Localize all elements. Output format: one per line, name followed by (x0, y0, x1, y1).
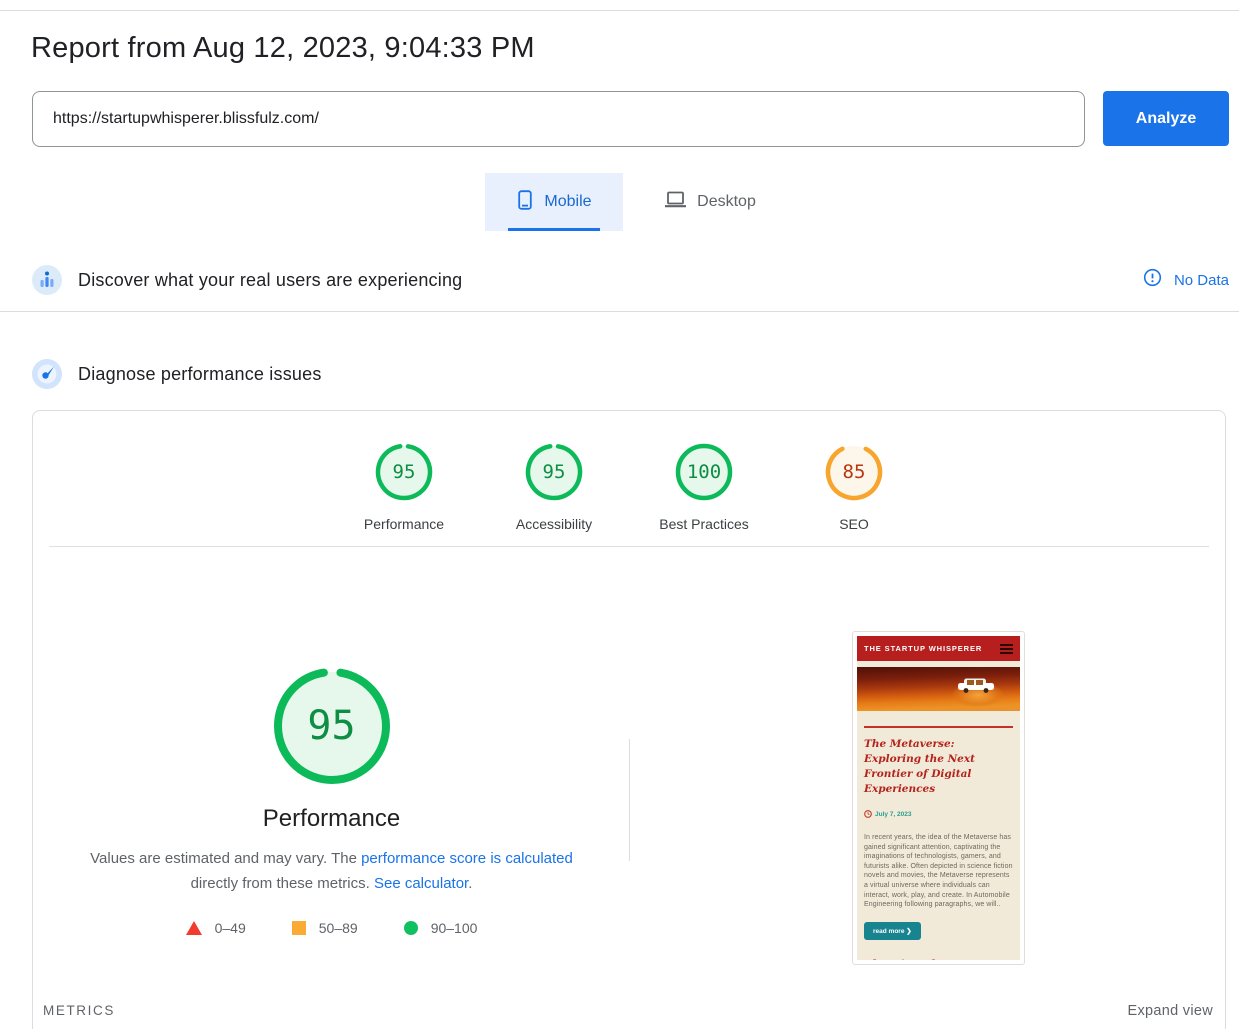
legend-range-label: 50–89 (319, 920, 358, 936)
category-gauge-item[interactable]: 95 Accessibility (479, 441, 629, 532)
metrics-section-label: METRICS (43, 1003, 115, 1018)
disclaimer-text: directly from these metrics. (191, 875, 374, 892)
category-gauge: 95 (523, 441, 585, 503)
diagnose-title: Diagnose performance issues (78, 364, 322, 385)
category-score: 100 (673, 441, 735, 503)
real-users-chart-icon (32, 265, 62, 295)
field-data-row: Discover what your real users are experi… (32, 258, 1229, 302)
legend-shape-icon (186, 921, 202, 935)
legend-item: 0–49 (186, 920, 246, 936)
section-divider (0, 311, 1239, 312)
vertical-divider (629, 739, 630, 861)
performance-label: Performance (263, 805, 400, 833)
analyze-button[interactable]: Analyze (1103, 91, 1229, 146)
page-screenshot-thumbnail[interactable]: THE STARTUP WHISPERER (852, 631, 1025, 965)
category-label: Accessibility (516, 516, 592, 532)
disclaimer-text: . (468, 875, 472, 892)
hamburger-menu-icon (1000, 644, 1013, 654)
category-label: SEO (839, 516, 869, 532)
site-preview: THE STARTUP WHISPERER (857, 636, 1020, 960)
clock-icon (864, 805, 872, 823)
mobile-phone-icon (516, 190, 534, 215)
field-data-title: Discover what your real users are experi… (78, 270, 462, 291)
url-input[interactable] (32, 91, 1085, 147)
performance-score: 95 (270, 664, 394, 788)
legend-item: 50–89 (292, 920, 358, 936)
legend-item: 90–100 (404, 920, 478, 936)
legend-range-label: 0–49 (215, 920, 246, 936)
post-date-row: July 7, 2023 (864, 805, 1013, 823)
active-tab-indicator (508, 228, 600, 231)
legend-shape-icon (292, 921, 306, 935)
no-data-badge: No Data (1174, 272, 1229, 289)
pagespeed-report: Report from Aug 12, 2023, 9:04:33 PM Ana… (0, 0, 1239, 1029)
category-gauge: 95 (373, 441, 435, 503)
legend-shape-icon (404, 921, 418, 935)
performance-gauge: 95 (270, 664, 394, 788)
category-gauges: 95 Performance 95 Accessibility 100 Best… (33, 441, 1225, 532)
category-score: 95 (523, 441, 585, 503)
category-gauge-item[interactable]: 100 Best Practices (629, 441, 779, 532)
category-gauge-item[interactable]: 95 Performance (329, 441, 479, 532)
site-masthead: THE STARTUP WHISPERER (857, 636, 1020, 661)
tab-desktop-label: Desktop (697, 193, 756, 211)
score-legend: 0–49 50–89 90–100 (186, 920, 478, 936)
post-body: In recent years, the idea of the Metaver… (864, 833, 1013, 910)
category-score: 85 (823, 441, 885, 503)
category-gauge: 85 (823, 441, 885, 503)
page-title: Report from Aug 12, 2023, 9:04:33 PM (31, 32, 535, 65)
site-content: The Metaverse: Exploring the Next Fronti… (857, 711, 1020, 960)
desktop-laptop-icon (664, 190, 687, 214)
next-post-title: The Rise of Non-Fungible Tokens (NFTs): … (864, 957, 1013, 960)
card-divider (49, 546, 1209, 547)
field-data-status: No Data (1143, 268, 1229, 292)
score-calculation-link[interactable]: performance score is calculated (361, 850, 573, 867)
category-label: Performance (364, 516, 444, 532)
red-rule (864, 726, 1013, 728)
top-divider (0, 10, 1239, 11)
read-more-button: read more ❯ (864, 922, 921, 940)
see-calculator-link[interactable]: See calculator (374, 875, 468, 892)
suv-car-graphic (956, 677, 998, 699)
post-date: July 7, 2023 (875, 811, 912, 818)
disclaimer-text: Values are estimated and may vary. The (90, 850, 361, 867)
hero-desert-image (857, 667, 1020, 711)
info-icon[interactable] (1143, 268, 1162, 292)
legend-range-label: 90–100 (431, 920, 478, 936)
site-name: THE STARTUP WHISPERER (864, 644, 982, 653)
tab-mobile[interactable]: Mobile (485, 173, 623, 231)
score-disclaimer: Values are estimated and may vary. The p… (72, 846, 592, 896)
category-gauge: 100 (673, 441, 735, 503)
post-title: The Metaverse: Exploring the Next Fronti… (864, 737, 1013, 797)
performance-summary: 95 Performance Values are estimated and … (33, 664, 630, 936)
category-score: 95 (373, 441, 435, 503)
category-gauge-item[interactable]: 85 SEO (779, 441, 929, 532)
expand-view-button[interactable]: Expand view (1127, 1003, 1213, 1019)
diagnose-row: Diagnose performance issues (32, 352, 1229, 396)
tab-mobile-label: Mobile (544, 193, 591, 211)
tab-desktop[interactable]: Desktop (637, 173, 783, 231)
category-label: Best Practices (659, 516, 748, 532)
lighthouse-report-card: 95 Performance 95 Accessibility 100 Best… (32, 410, 1226, 1029)
device-tabs: Mobile Desktop (485, 173, 783, 231)
diagnose-radar-icon (32, 359, 62, 389)
